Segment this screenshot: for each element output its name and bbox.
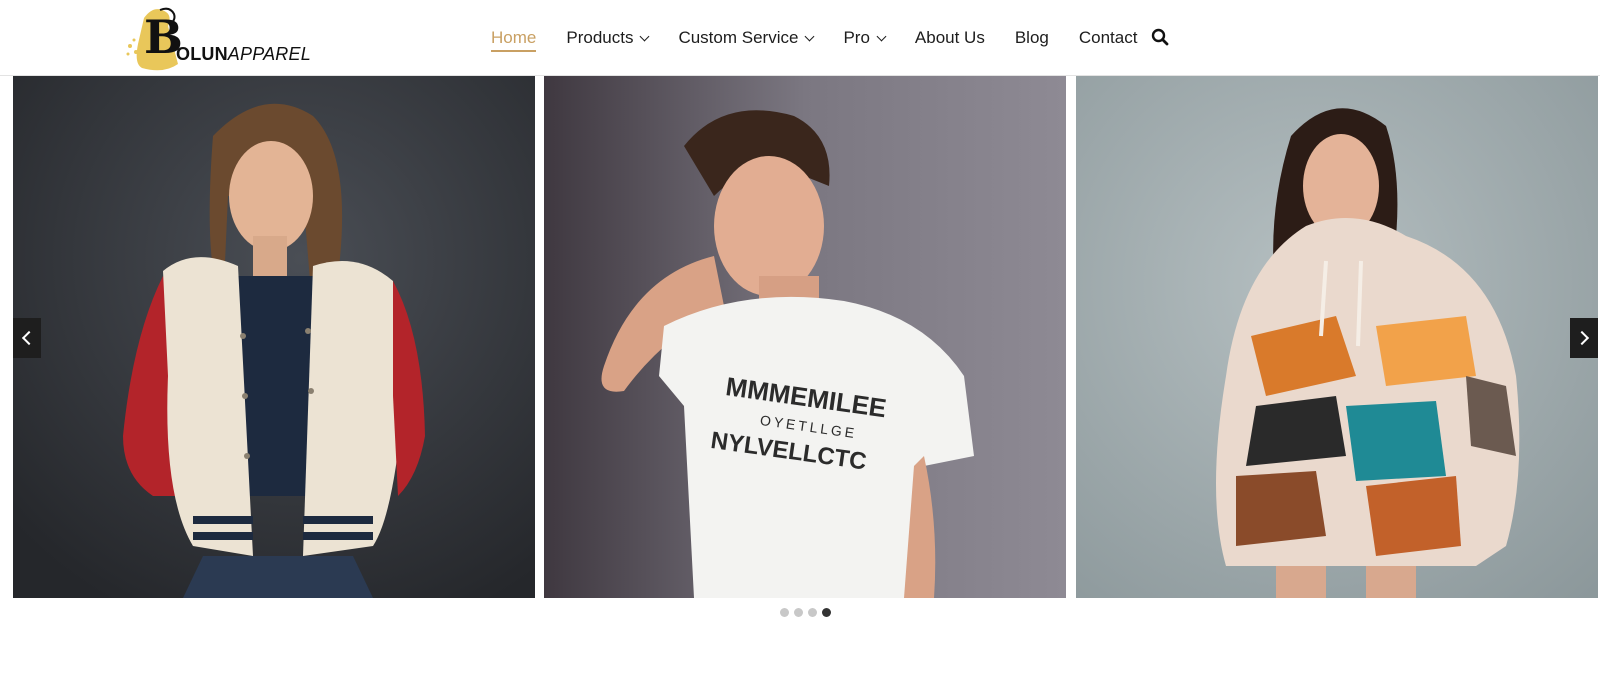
nav-item-home[interactable]: Home <box>491 24 537 52</box>
model-print-hoodie-image <box>1076 76 1598 598</box>
nav-item-custom-service[interactable]: Custom Service <box>678 24 815 52</box>
brand-logo[interactable]: B OLUNAPPAREL <box>124 4 311 72</box>
nav-label: About Us <box>914 28 985 47</box>
logo-wordmark: OLUNAPPAREL <box>176 44 311 65</box>
chevron-down-icon <box>876 31 887 41</box>
nav-item-blog[interactable]: Blog <box>1015 24 1049 52</box>
model-graphic-tee-image: MMMEMILEE OYETLLGE NYLVELLCTC <box>544 76 1066 598</box>
slider-prev-button[interactable] <box>13 318 41 358</box>
nav-item-contact[interactable]: Contact <box>1079 24 1138 52</box>
nav-label: Contact <box>1078 28 1138 47</box>
slide-print-hoodie[interactable] <box>1076 76 1598 598</box>
hero-slider[interactable]: MMMEMILEE OYETLLGE NYLVELLCTC <box>0 76 1600 598</box>
slide-varsity-jacket[interactable] <box>13 76 535 598</box>
chevron-right-icon <box>1574 330 1590 346</box>
nav-label: Products <box>566 28 634 47</box>
slider-pagination <box>780 608 836 617</box>
nav-label: Home <box>491 28 537 47</box>
logo-name-bold: OLUN <box>176 44 228 64</box>
nav-label: Pro <box>843 28 870 47</box>
nav-label: Custom Service <box>678 28 799 47</box>
slider-dot-4[interactable] <box>822 608 831 617</box>
chevron-left-icon <box>21 330 37 346</box>
slide-graphic-tee[interactable]: MMMEMILEE OYETLLGE NYLVELLCTC <box>544 76 1066 598</box>
slider-next-button[interactable] <box>1570 318 1598 358</box>
search-icon[interactable] <box>1151 28 1169 46</box>
chevron-down-icon <box>804 31 815 41</box>
nav-label: Blog <box>1014 28 1049 47</box>
slider-dot-3[interactable] <box>808 608 817 617</box>
slider-dot-1[interactable] <box>780 608 789 617</box>
nav-item-about-us[interactable]: About Us <box>915 24 985 52</box>
logo-name-light: APPAREL <box>227 44 311 64</box>
nav-item-products[interactable]: Products <box>566 24 650 52</box>
main-nav: Home Products Custom Service Pro About U… <box>491 24 1167 52</box>
chevron-down-icon <box>640 31 650 41</box>
model-varsity-jacket-image <box>13 76 535 598</box>
slider-dot-2[interactable] <box>794 608 803 617</box>
nav-item-pro[interactable]: Pro <box>843 24 887 52</box>
site-header: B OLUNAPPAREL Home Products Custom Servi… <box>0 0 1600 76</box>
